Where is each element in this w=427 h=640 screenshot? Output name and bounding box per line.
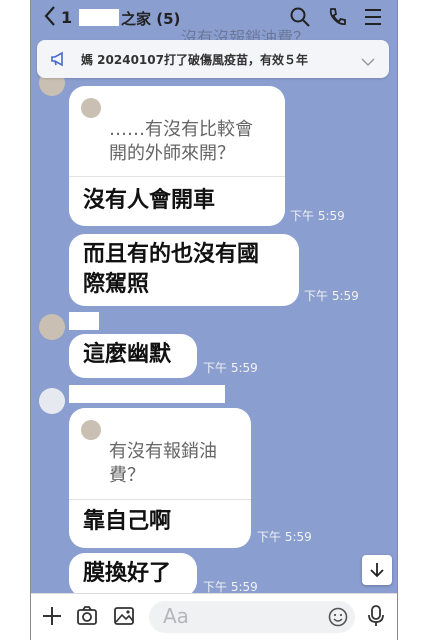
message-bubble[interactable]: 這麼幽默 <box>69 334 197 378</box>
divider <box>69 176 285 177</box>
chat-header: 1 之家 (5) 沒有沒報銷油費？ <box>31 0 397 47</box>
quote-avatar <box>81 420 101 440</box>
menu-icon[interactable] <box>363 6 383 32</box>
message-text: 膜換好了 <box>83 561 172 586</box>
input-placeholder: Aa <box>163 604 189 628</box>
message-bubble[interactable]: 有沒有報銷油 費？ 靠自己啊 <box>69 408 251 548</box>
message-bubble[interactable]: 而且有的也沒有國 際駕照 <box>69 234 299 306</box>
megaphone-icon <box>49 49 69 73</box>
image-icon[interactable] <box>113 604 135 632</box>
scroll-to-bottom-button[interactable] <box>362 555 392 585</box>
quoted-text: 有沒有報銷油 費？ <box>109 441 217 486</box>
microphone-icon[interactable] <box>366 604 386 632</box>
camera-icon[interactable] <box>76 604 98 632</box>
message-bubble[interactable]: ……有沒有比較會 開的外師來開？ 沒有人會開車 <box>69 86 285 226</box>
message-time: 下午 5:59 <box>257 530 312 544</box>
chat-title: 之家 (5) <box>121 10 181 28</box>
message-bubble[interactable]: 膜換好了 <box>69 553 197 597</box>
announcement-text: 媽 20240107打了破傷風疫苗，有效５年 <box>81 53 308 67</box>
chevron-left-icon[interactable] <box>43 5 57 33</box>
message-text: 靠自己啊 <box>83 509 172 534</box>
avatar[interactable] <box>39 388 65 414</box>
chat-window: 1 之家 (5) 沒有沒報銷油費？ 媽 20240107打了破傷風疫苗，有效５年… <box>30 0 398 640</box>
avatar[interactable] <box>39 314 65 340</box>
message-text: 這麼幽默 <box>83 342 172 367</box>
plus-icon[interactable] <box>41 604 63 632</box>
message-text: 而且有的也沒有國 際駕照 <box>83 242 260 297</box>
redacted-sender-name <box>69 312 99 330</box>
quote-avatar <box>81 98 101 118</box>
message-input[interactable]: Aa <box>149 601 355 633</box>
message-time: 下午 5:59 <box>290 209 345 223</box>
announcement-banner[interactable]: 媽 20240107打了破傷風疫苗，有效５年 <box>37 40 389 78</box>
phone-icon[interactable] <box>326 6 348 32</box>
message-time: 下午 5:59 <box>304 289 359 303</box>
input-bar: Aa <box>31 593 397 640</box>
quoted-text: ……有沒有比較會 開的外師來開？ <box>109 119 253 164</box>
back-count[interactable]: 1 <box>61 8 72 27</box>
redacted-name <box>79 9 119 26</box>
redacted-sender-name <box>69 385 225 403</box>
chevron-down-icon[interactable] <box>361 52 375 71</box>
emoji-icon[interactable] <box>327 606 349 632</box>
arrow-down-icon <box>369 561 385 583</box>
search-icon[interactable] <box>289 6 311 32</box>
message-time: 下午 5:59 <box>203 361 258 375</box>
message-text: 沒有人會開車 <box>83 188 216 213</box>
divider <box>69 499 251 500</box>
